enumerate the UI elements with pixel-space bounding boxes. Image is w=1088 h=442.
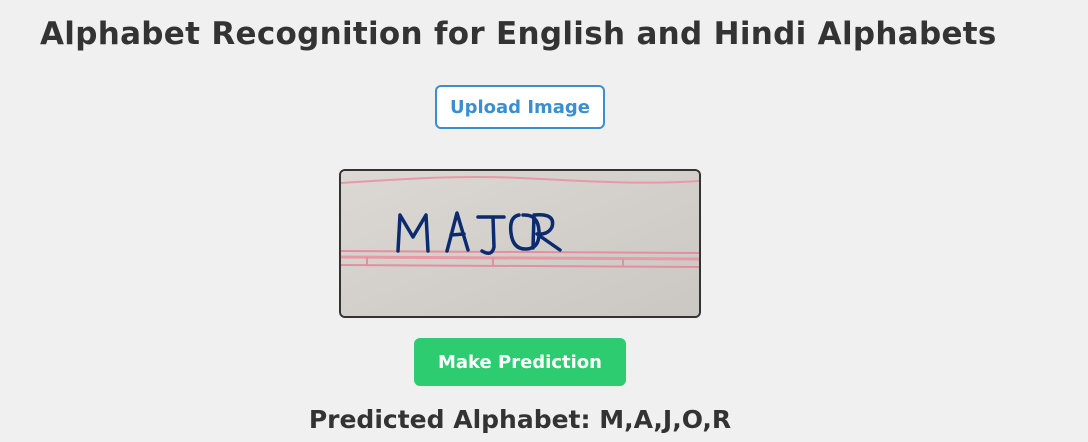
prediction-value: M,A,J,O,R	[599, 405, 732, 434]
upload-image-button[interactable]: Upload Image	[435, 85, 605, 129]
make-prediction-button[interactable]: Make Prediction	[414, 338, 626, 386]
prediction-label: Predicted Alphabet:	[308, 405, 591, 434]
page-title: Alphabet Recognition for English and Hin…	[40, 16, 997, 52]
uploaded-image-preview	[339, 169, 701, 318]
handwritten-word-image	[341, 171, 699, 316]
prediction-result: Predicted Alphabet: M,A,J,O,R	[0, 405, 1040, 434]
